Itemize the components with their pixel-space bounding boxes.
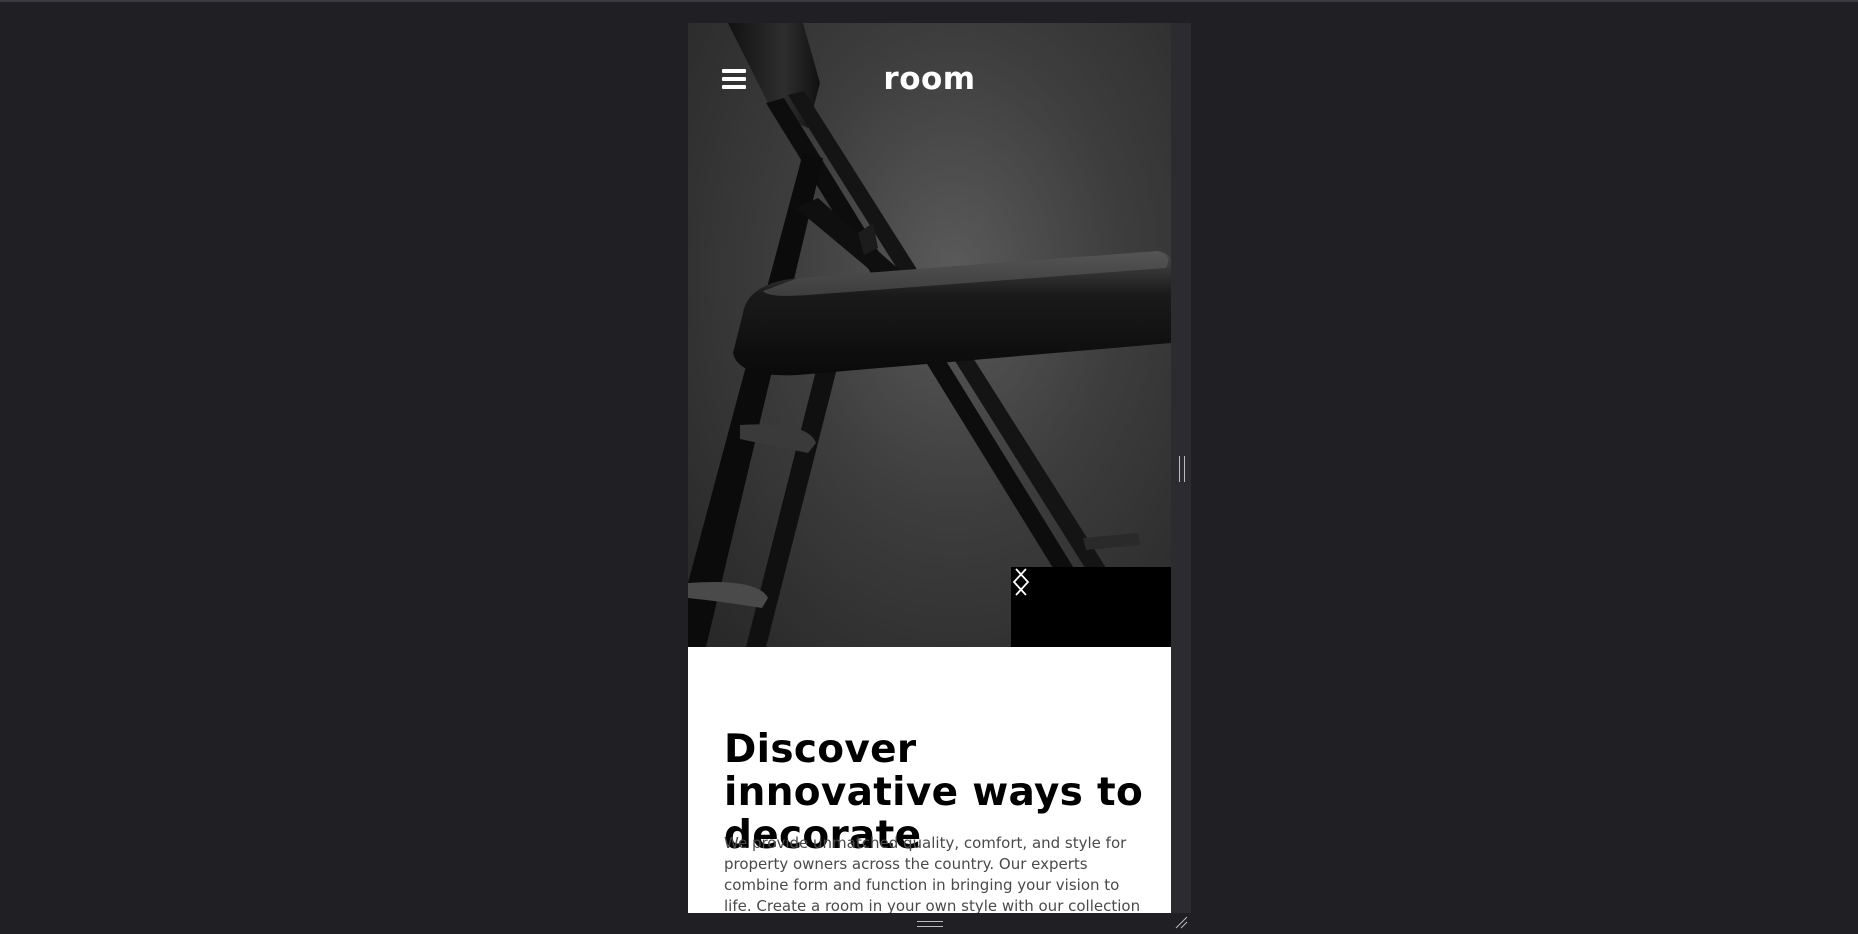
intro-paragraph: We provide unmatched quality, comfort, a…: [724, 834, 1141, 913]
slider-controls: [1011, 567, 1171, 647]
resize-height-handle[interactable]: [917, 921, 943, 927]
resize-width-handle[interactable]: [1179, 456, 1185, 482]
responsive-device-frame: room Discover innovative ways to decorat…: [688, 23, 1191, 929]
hero-chair-image: [688, 23, 1171, 647]
chevron-right-icon: [1015, 568, 1030, 596]
page-viewport: room Discover innovative ways to decorat…: [688, 23, 1171, 913]
hero-content: Discover innovative ways to decorate We …: [688, 647, 1171, 913]
resize-corner-icon[interactable]: [1174, 915, 1188, 929]
slider-next-button[interactable]: [1015, 567, 1171, 647]
top-ruler: [0, 0, 1858, 2]
hero-slide: room: [688, 23, 1171, 647]
brand-logo[interactable]: room: [688, 61, 1171, 97]
